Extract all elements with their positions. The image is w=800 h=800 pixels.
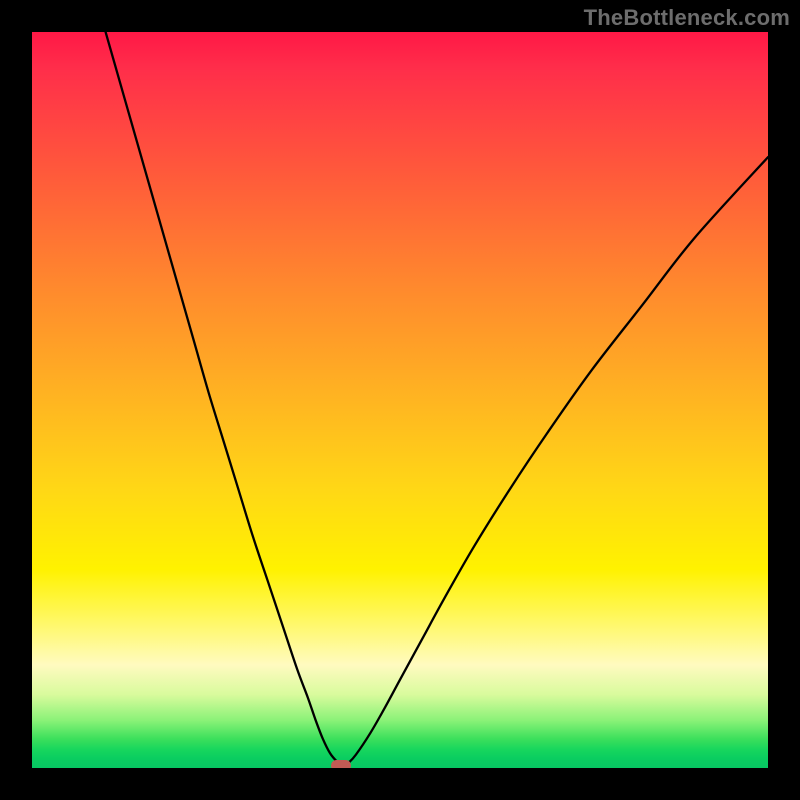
bottleneck-curve xyxy=(32,32,768,768)
minimum-marker xyxy=(331,760,351,768)
plot-area xyxy=(32,32,768,768)
chart-frame: TheBottleneck.com xyxy=(0,0,800,800)
watermark-text: TheBottleneck.com xyxy=(584,5,790,31)
